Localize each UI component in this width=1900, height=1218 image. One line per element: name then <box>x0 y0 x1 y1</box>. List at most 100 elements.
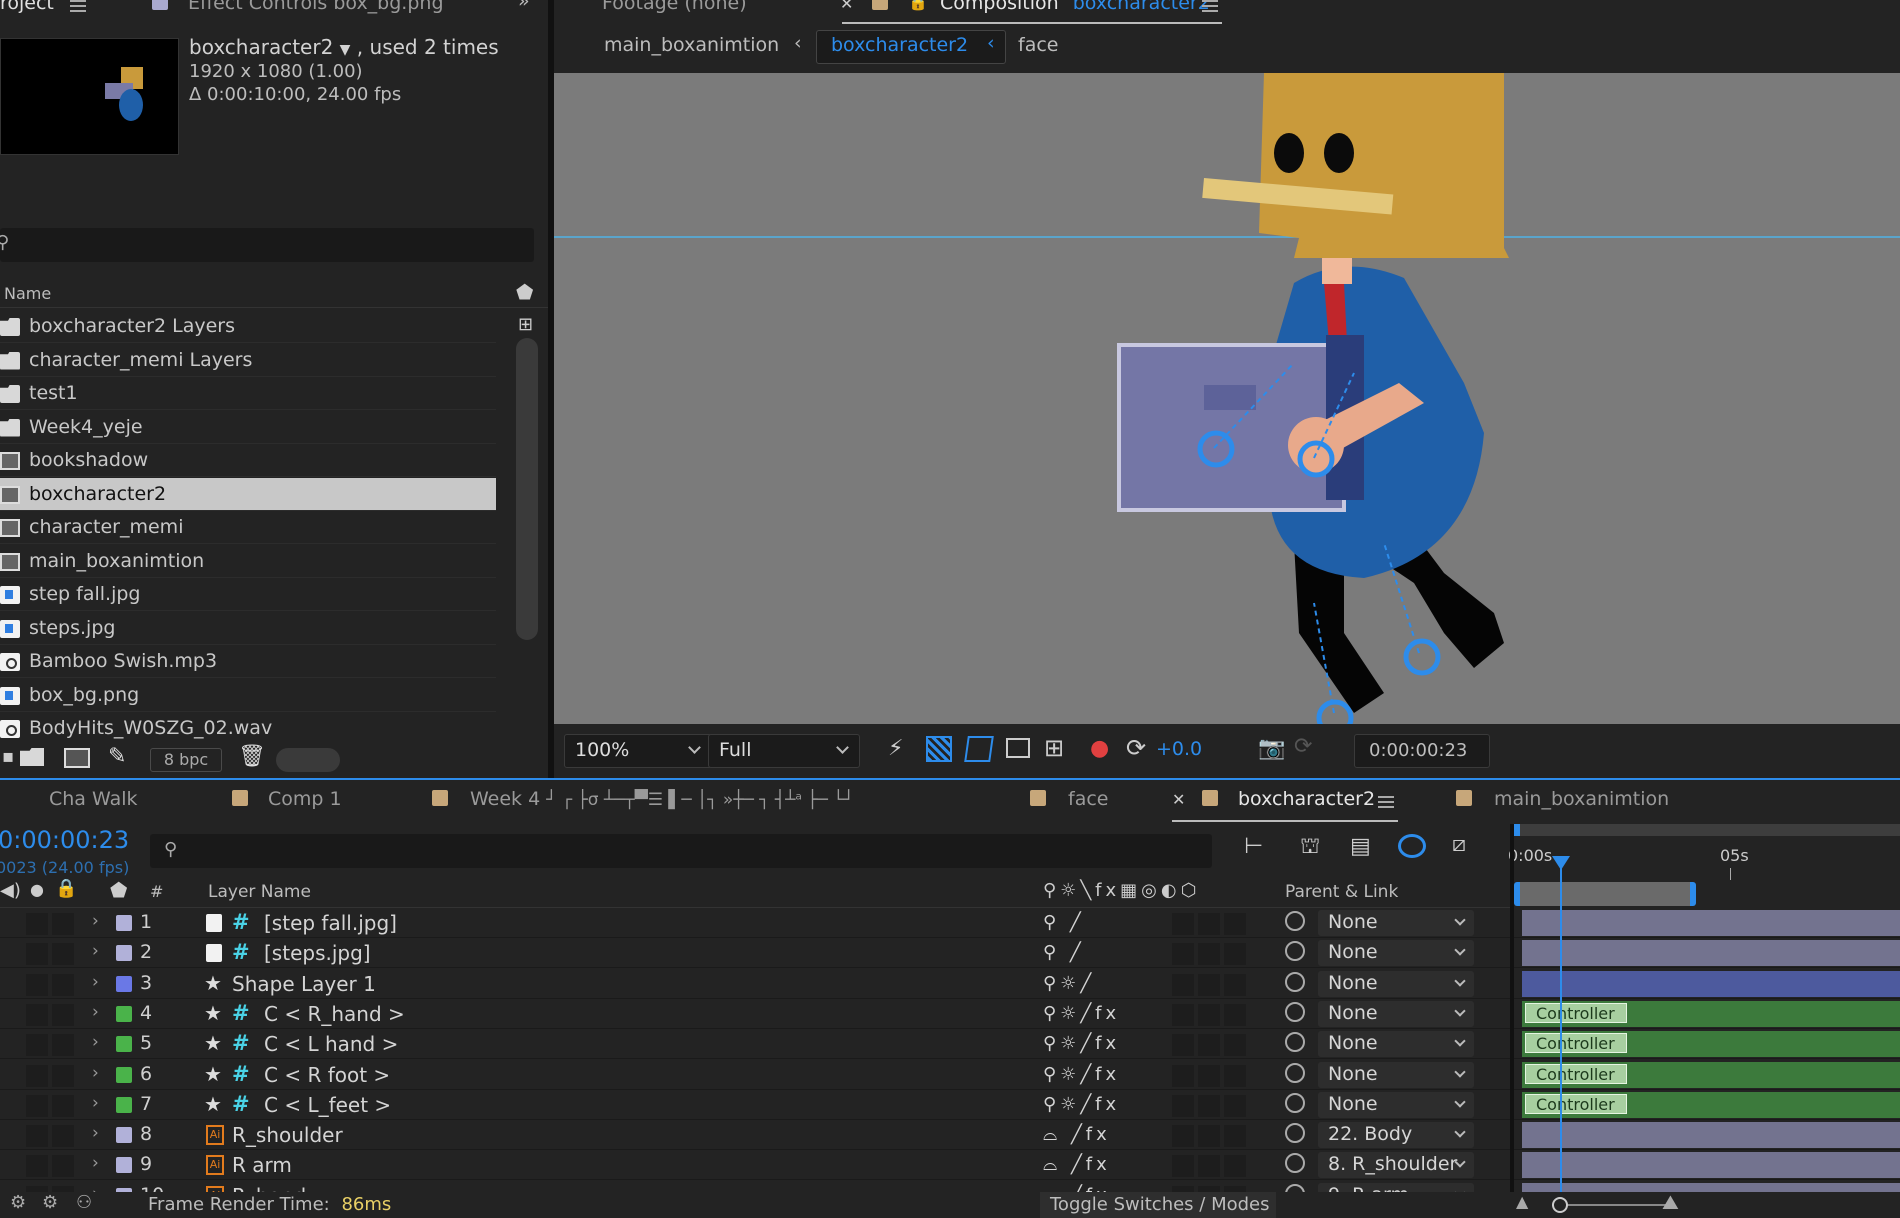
expand-chevron-icon[interactable]: › <box>92 972 99 992</box>
layer-label-swatch[interactable] <box>116 975 132 992</box>
project-item[interactable]: steps.jpg <box>0 612 496 645</box>
trash-icon[interactable]: 🗑 <box>238 744 266 769</box>
color-channels-icon[interactable]: ● <box>1090 736 1109 761</box>
parent-dropdown[interactable]: 8. R_shoulder <box>1318 1152 1474 1179</box>
render-time-icon[interactable]: ⚙ <box>42 1192 58 1213</box>
time-ruler[interactable]: 0:00s 05s <box>1508 824 1900 908</box>
toggle-switches-modes-button[interactable]: Toggle Switches / Modes <box>1040 1192 1276 1218</box>
region-of-interest-icon[interactable] <box>1006 738 1030 758</box>
layer-duration-bar[interactable] <box>1522 1152 1900 1179</box>
layer-name[interactable]: R arm <box>232 1153 292 1177</box>
layer-duration-bar[interactable] <box>1522 940 1900 967</box>
layer-label-swatch[interactable] <box>116 1005 132 1022</box>
new-folder-icon[interactable] <box>20 748 44 766</box>
project-item[interactable]: boxcharacter2 <box>0 477 496 511</box>
parent-dropdown[interactable]: None <box>1318 1091 1474 1118</box>
expand-chevron-icon[interactable]: › <box>92 1093 99 1113</box>
adjustment-toggle[interactable] <box>1198 973 1220 996</box>
breadcrumb-current[interactable]: boxcharacter2 ‹ <box>816 30 1006 64</box>
solo-toggle[interactable] <box>52 1064 74 1087</box>
layer-duration-bar[interactable] <box>1522 1122 1900 1149</box>
guides-icon[interactable]: ⊞ <box>1044 734 1064 762</box>
interpret-footage-icon[interactable]: ▪ <box>2 746 14 767</box>
layer-row[interactable]: › 1 # [step fall.jpg] ⚲ ╱ None <box>0 908 1900 938</box>
layer-row[interactable]: › 9 Ai R arm ⌓ ╱fx 8. R_shoulder <box>0 1150 1900 1181</box>
snapshot-icon[interactable]: 📷 <box>1258 736 1285 761</box>
timeline-zoom-slider[interactable] <box>1552 1197 1672 1213</box>
parent-dropdown[interactable]: None <box>1318 970 1474 997</box>
project-item[interactable]: character_memi <box>0 511 496 544</box>
layer-name[interactable]: Shape Layer 1 <box>232 972 376 996</box>
time-navigator[interactable] <box>1512 824 1900 836</box>
col-layer-name[interactable]: Layer Name <box>208 882 311 902</box>
layer-duration-bar[interactable] <box>1522 970 1900 997</box>
col-name[interactable]: Name <box>4 284 51 303</box>
graph-editor-icon[interactable]: ⧄ <box>1452 832 1466 857</box>
layer-switches[interactable]: ⌓ ╱fx <box>1043 1124 1111 1145</box>
resolution-full-dropdown[interactable]: Full <box>708 734 860 768</box>
layer-duration-bar[interactable] <box>1522 910 1900 936</box>
close-tab-icon[interactable]: ✕ <box>840 0 853 13</box>
tab-cha-walk[interactable]: Cha Walk <box>49 788 138 810</box>
solo-toggle[interactable] <box>52 913 74 935</box>
layer-label-swatch[interactable] <box>116 1096 132 1113</box>
adjustment-toggle[interactable] <box>1198 1064 1220 1087</box>
parent-dropdown[interactable]: 22. Body <box>1318 1122 1474 1149</box>
layer-switches[interactable]: ⚲☼╱ <box>1043 973 1095 994</box>
solo-toggle[interactable] <box>52 1125 74 1148</box>
layer-switches[interactable]: ⌓ ╱fx <box>1043 1154 1111 1175</box>
expand-chevron-icon[interactable]: › <box>92 1123 99 1143</box>
project-item[interactable]: bookshadow <box>0 444 496 477</box>
expand-chevron-icon[interactable]: › <box>92 1002 99 1022</box>
pickwhip-icon[interactable] <box>1285 1092 1305 1113</box>
new-comp-icon[interactable] <box>64 748 90 768</box>
3d-toggle[interactable] <box>1172 1064 1194 1087</box>
adjustment-toggle[interactable] <box>1198 1125 1220 1148</box>
visibility-toggle[interactable] <box>26 1034 48 1057</box>
controller-marker[interactable]: Controller <box>1525 1033 1627 1054</box>
controller-marker[interactable]: Controller <box>1525 1093 1627 1114</box>
3d-toggle[interactable] <box>1172 1003 1194 1026</box>
composition-canvas[interactable] <box>554 73 1900 724</box>
draft-3d-icon[interactable]: ⛫ <box>1300 834 1320 862</box>
viewer-menu-icon[interactable] <box>1202 0 1218 12</box>
expand-chevron-icon[interactable]: › <box>92 1153 99 1173</box>
layer-switches[interactable]: ⚲ ╱ <box>1043 942 1085 963</box>
expand-chevron-icon[interactable]: › <box>92 1032 99 1052</box>
transparency-grid-icon[interactable] <box>926 736 952 762</box>
collapse-toggle[interactable] <box>1224 1064 1246 1087</box>
3d-toggle[interactable] <box>1172 943 1194 966</box>
tab-boxcharacter2[interactable]: boxcharacter2 <box>1238 788 1375 810</box>
3d-toggle[interactable] <box>1172 1034 1194 1057</box>
pickwhip-icon[interactable] <box>1285 1123 1305 1144</box>
layer-switches[interactable]: ⚲ ╱ <box>1043 912 1085 933</box>
pickwhip-icon[interactable] <box>1285 941 1305 962</box>
solo-toggle[interactable] <box>52 1155 74 1178</box>
timeline-graph-divider[interactable] <box>1510 824 1514 1198</box>
timeline-search-input[interactable]: ⚲ <box>150 834 1212 868</box>
visibility-toggle[interactable] <box>26 1064 48 1087</box>
project-menu-icon[interactable] <box>70 0 86 12</box>
parent-dropdown[interactable]: None <box>1318 1031 1474 1058</box>
mask-visibility-icon[interactable] <box>964 736 994 762</box>
collapse-toggle[interactable] <box>1224 943 1246 966</box>
tab-face[interactable]: face <box>1068 788 1108 810</box>
current-time-display[interactable]: 0:00:00:23 <box>0 826 129 854</box>
visibility-toggle[interactable] <box>26 973 48 996</box>
comp-mini-flowchart-icon[interactable]: ⚙ <box>10 1192 26 1213</box>
layer-label-swatch[interactable] <box>116 945 132 962</box>
solo-toggle[interactable] <box>52 1034 74 1057</box>
pickwhip-icon[interactable] <box>1285 1001 1305 1022</box>
controller-marker[interactable]: Controller <box>1525 1063 1627 1084</box>
layer-row[interactable]: › 4 ★ # C < R_hand > ⚲☼╱fx None Controller <box>0 999 1900 1029</box>
project-item[interactable]: test1 <box>0 377 496 410</box>
layer-label-swatch[interactable] <box>116 1036 132 1053</box>
fast-previews-icon[interactable]: ⚡ <box>888 736 903 761</box>
audio-video-icon[interactable]: ◀) <box>0 880 21 901</box>
layer-label-swatch[interactable] <box>116 915 132 931</box>
viewer-timecode[interactable]: 0:00:00:23 <box>1354 734 1490 768</box>
frame-blending-icon[interactable]: ▤ <box>1350 834 1371 859</box>
layer-switches[interactable]: ⚲☼╱fx <box>1043 1094 1120 1115</box>
parent-dropdown[interactable]: None <box>1318 910 1474 936</box>
tab-comp-1[interactable]: Comp 1 <box>268 788 342 810</box>
